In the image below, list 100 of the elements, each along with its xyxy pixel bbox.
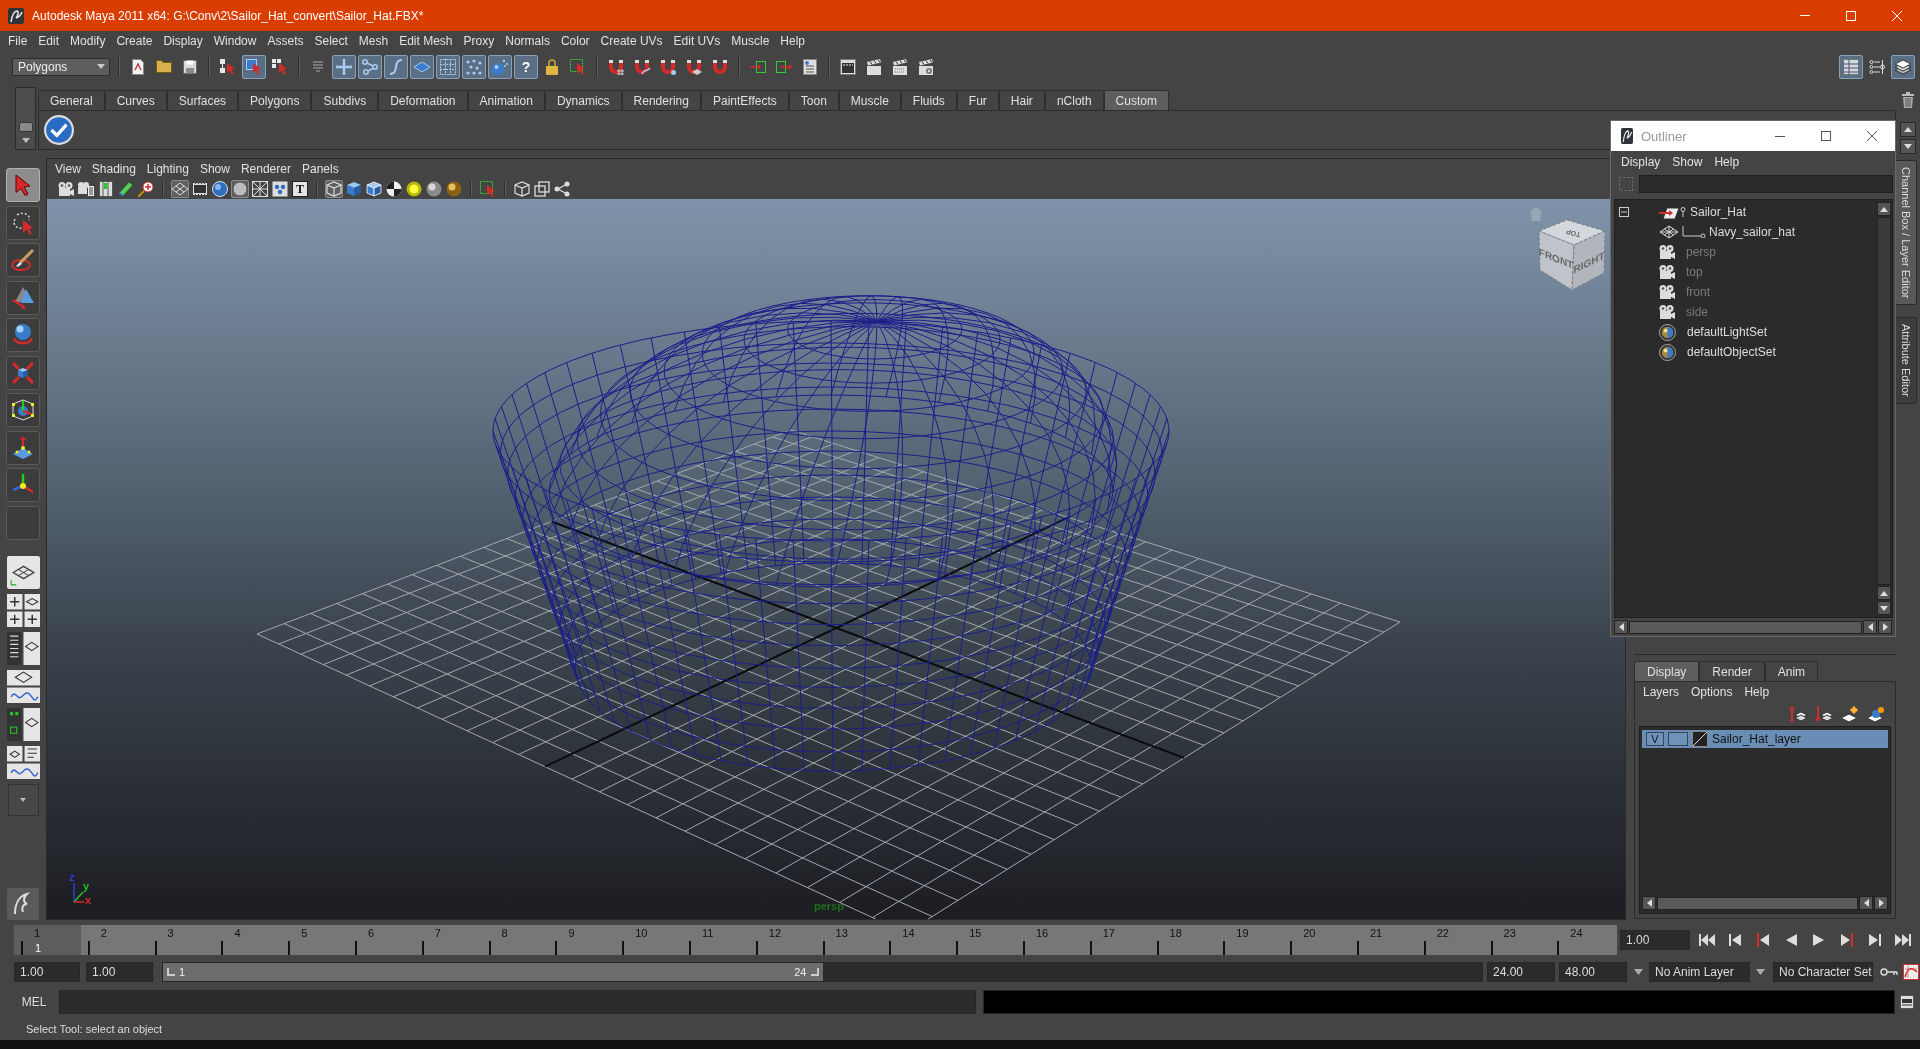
display-toggle[interactable] [231, 179, 249, 198]
visibility-toggle[interactable]: V [1646, 732, 1664, 746]
panel-menu-item[interactable]: Show [199, 161, 230, 176]
menu-item[interactable]: Assets [267, 34, 304, 48]
shelf-tab[interactable]: Rendering [621, 90, 701, 110]
shelf-tab[interactable]: Surfaces [166, 90, 239, 110]
shelf-tab[interactable]: Custom [1103, 90, 1169, 110]
menu-item[interactable]: Modify [70, 34, 106, 48]
tool-button[interactable] [6, 430, 40, 465]
shelf-menu-button[interactable] [15, 87, 36, 150]
new-layer-selected-button[interactable] [1867, 706, 1885, 722]
scroll-left-button[interactable] [1614, 620, 1628, 634]
menu-item[interactable]: Edit UVs [673, 34, 721, 48]
playback-end-field[interactable]: 24.00 [1487, 962, 1555, 982]
new-layer-button[interactable] [1841, 706, 1859, 722]
app-button[interactable] [7, 888, 39, 920]
outliner-item[interactable]: Navy_sailor_hat [1709, 225, 1796, 239]
shelf-tab[interactable]: Dynamics [544, 90, 622, 110]
shelf-button[interactable] [44, 115, 74, 145]
shelf-tab[interactable]: Fur [956, 90, 999, 110]
outliner-menu-item[interactable]: Display [1621, 155, 1661, 169]
selection-mask-button[interactable] [358, 54, 382, 79]
shading-toggle[interactable] [365, 179, 383, 198]
layer-editor-tab[interactable]: Display [1634, 661, 1700, 681]
menu-item[interactable]: Create UVs [600, 34, 663, 48]
shading-toggle[interactable] [325, 179, 343, 198]
scroll-up-button[interactable] [1900, 122, 1916, 137]
end-time-field[interactable]: 48.00 [1559, 962, 1627, 982]
range-slider-track[interactable]: 1 24 [162, 962, 1483, 982]
shading-toggle[interactable] [445, 179, 463, 198]
layout-button[interactable] [6, 632, 40, 665]
tool-button[interactable] [6, 280, 40, 315]
shelf-tab[interactable]: Fluids [900, 90, 957, 110]
display-toggle[interactable] [171, 179, 189, 198]
panel-menu-item[interactable]: Renderer [240, 161, 291, 176]
selection-mask-button[interactable] [488, 54, 512, 79]
layer-menu-item[interactable]: Options [1691, 685, 1733, 699]
channel-box-toggle[interactable] [1839, 54, 1863, 79]
menu-item[interactable]: Color [560, 34, 590, 48]
selection-mask-button[interactable] [462, 54, 486, 79]
menu-item[interactable]: Edit [38, 34, 60, 48]
command-field[interactable] [59, 990, 976, 1014]
shelf-tab[interactable]: Hair [998, 90, 1045, 110]
select-mode-button[interactable] [242, 54, 266, 79]
panel-menu-item[interactable]: Panels [301, 161, 339, 176]
scroll-right-button[interactable] [1874, 896, 1888, 910]
auto-key-button[interactable] [1880, 968, 1898, 976]
shading-toggle[interactable] [405, 179, 423, 198]
shelf-tab[interactable]: Polygons [238, 90, 312, 110]
menu-item[interactable]: Window [213, 34, 257, 48]
xray-button[interactable] [513, 179, 531, 198]
script-editor-button[interactable] [1900, 995, 1914, 1009]
shelf-tab[interactable]: Curves [104, 90, 167, 110]
menu-item[interactable]: Help [780, 34, 805, 48]
scroll-down-button[interactable] [1900, 139, 1916, 154]
panel-menu-item[interactable]: Shading [91, 161, 136, 176]
delete-shelf-button[interactable] [1902, 92, 1914, 108]
layer-editor-tab[interactable]: Anim [1764, 661, 1819, 681]
shelf-tab[interactable]: Muscle [838, 90, 901, 110]
shelf-tab[interactable]: Deformation [378, 90, 468, 110]
start-time-field[interactable]: 1.00 [14, 962, 80, 982]
layout-button[interactable] [6, 708, 40, 741]
outliner-menu-item[interactable]: Show [1672, 155, 1703, 169]
layer-editor-toggle[interactable] [1891, 54, 1915, 79]
shelf-tab[interactable]: Toon [788, 90, 839, 110]
animation-preferences-button[interactable] [1903, 964, 1919, 980]
menu-item[interactable]: Display [163, 34, 203, 48]
outliner-item[interactable]: defaultLightSet [1687, 325, 1768, 339]
tool-button[interactable] [6, 468, 40, 502]
side-tab[interactable]: Channel Box / Layer Editor [1896, 160, 1917, 306]
menu-item[interactable]: Muscle [731, 34, 770, 48]
outliner-menu-item[interactable]: Help [1714, 155, 1740, 169]
menu-item[interactable]: Normals [505, 34, 550, 48]
side-tab[interactable]: Attribute Editor [1896, 317, 1917, 405]
menu-item[interactable]: Edit Mesh [399, 34, 453, 48]
scroll-left-button[interactable] [1859, 896, 1873, 910]
menu-item[interactable]: Mesh [358, 34, 389, 48]
layout-button[interactable] [6, 594, 40, 627]
scroll-left-button[interactable] [1642, 896, 1656, 910]
selection-mask-button[interactable] [410, 54, 434, 79]
character-set-field[interactable]: No Character Set [1773, 962, 1873, 982]
selection-mask-button[interactable] [436, 54, 460, 79]
range-slider-bar[interactable]: 1 24 [163, 963, 823, 981]
image-plane-button[interactable] [117, 179, 135, 198]
selection-mask-button[interactable] [384, 54, 408, 79]
move-layer-up-button[interactable] [1789, 706, 1807, 722]
menu-item[interactable]: File [8, 34, 28, 48]
bookmarks-button[interactable] [97, 179, 115, 198]
help-mask-button[interactable]: ? [514, 54, 538, 79]
layout-button[interactable] [6, 670, 40, 703]
tool-button[interactable] [6, 393, 40, 427]
menu-set-dropdown[interactable]: Polygons [12, 57, 110, 76]
tool-button[interactable] [6, 168, 40, 202]
outliner-item[interactable]: defaultObjectSet [1687, 345, 1776, 359]
layout-button[interactable] [6, 556, 40, 589]
share-button[interactable] [553, 179, 571, 198]
shading-toggle[interactable] [345, 179, 363, 198]
language-button[interactable]: MEL [14, 990, 54, 1014]
isolate-select-button[interactable] [479, 179, 497, 198]
menu-item[interactable]: Create [116, 34, 153, 48]
